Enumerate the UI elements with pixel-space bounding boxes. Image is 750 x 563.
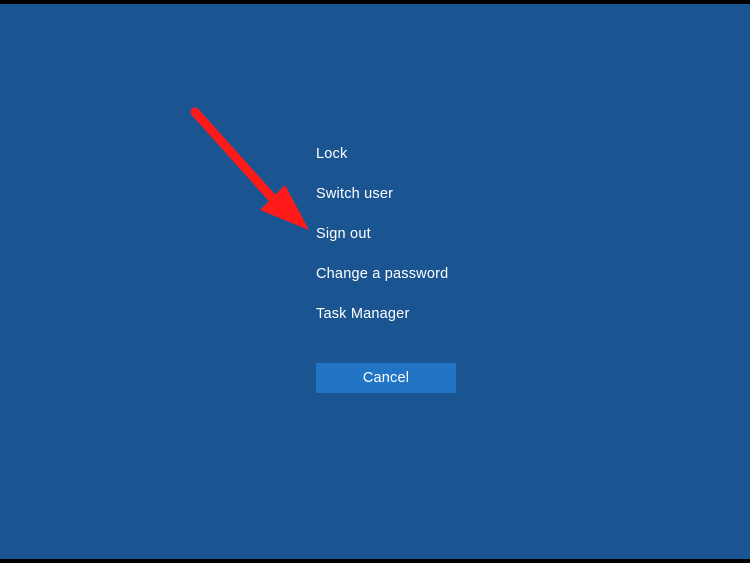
menu-item-lock[interactable]: Lock — [316, 134, 448, 174]
annotation-arrow-icon — [175, 102, 335, 252]
cancel-button[interactable]: Cancel — [316, 363, 456, 393]
menu-item-label: Sign out — [316, 226, 371, 242]
menu-item-switch-user[interactable]: Switch user — [316, 174, 448, 214]
security-options-menu: Lock Switch user Sign out Change a passw… — [316, 134, 448, 334]
menu-item-label: Lock — [316, 146, 347, 162]
menu-item-label: Change a password — [316, 266, 448, 282]
menu-item-sign-out[interactable]: Sign out — [316, 214, 448, 254]
menu-item-task-manager[interactable]: Task Manager — [316, 294, 448, 334]
menu-item-label: Task Manager — [316, 306, 409, 322]
windows-security-screen: Lock Switch user Sign out Change a passw… — [0, 4, 750, 559]
cancel-button-label: Cancel — [363, 370, 409, 386]
menu-item-change-password[interactable]: Change a password — [316, 254, 448, 294]
menu-item-label: Switch user — [316, 186, 393, 202]
